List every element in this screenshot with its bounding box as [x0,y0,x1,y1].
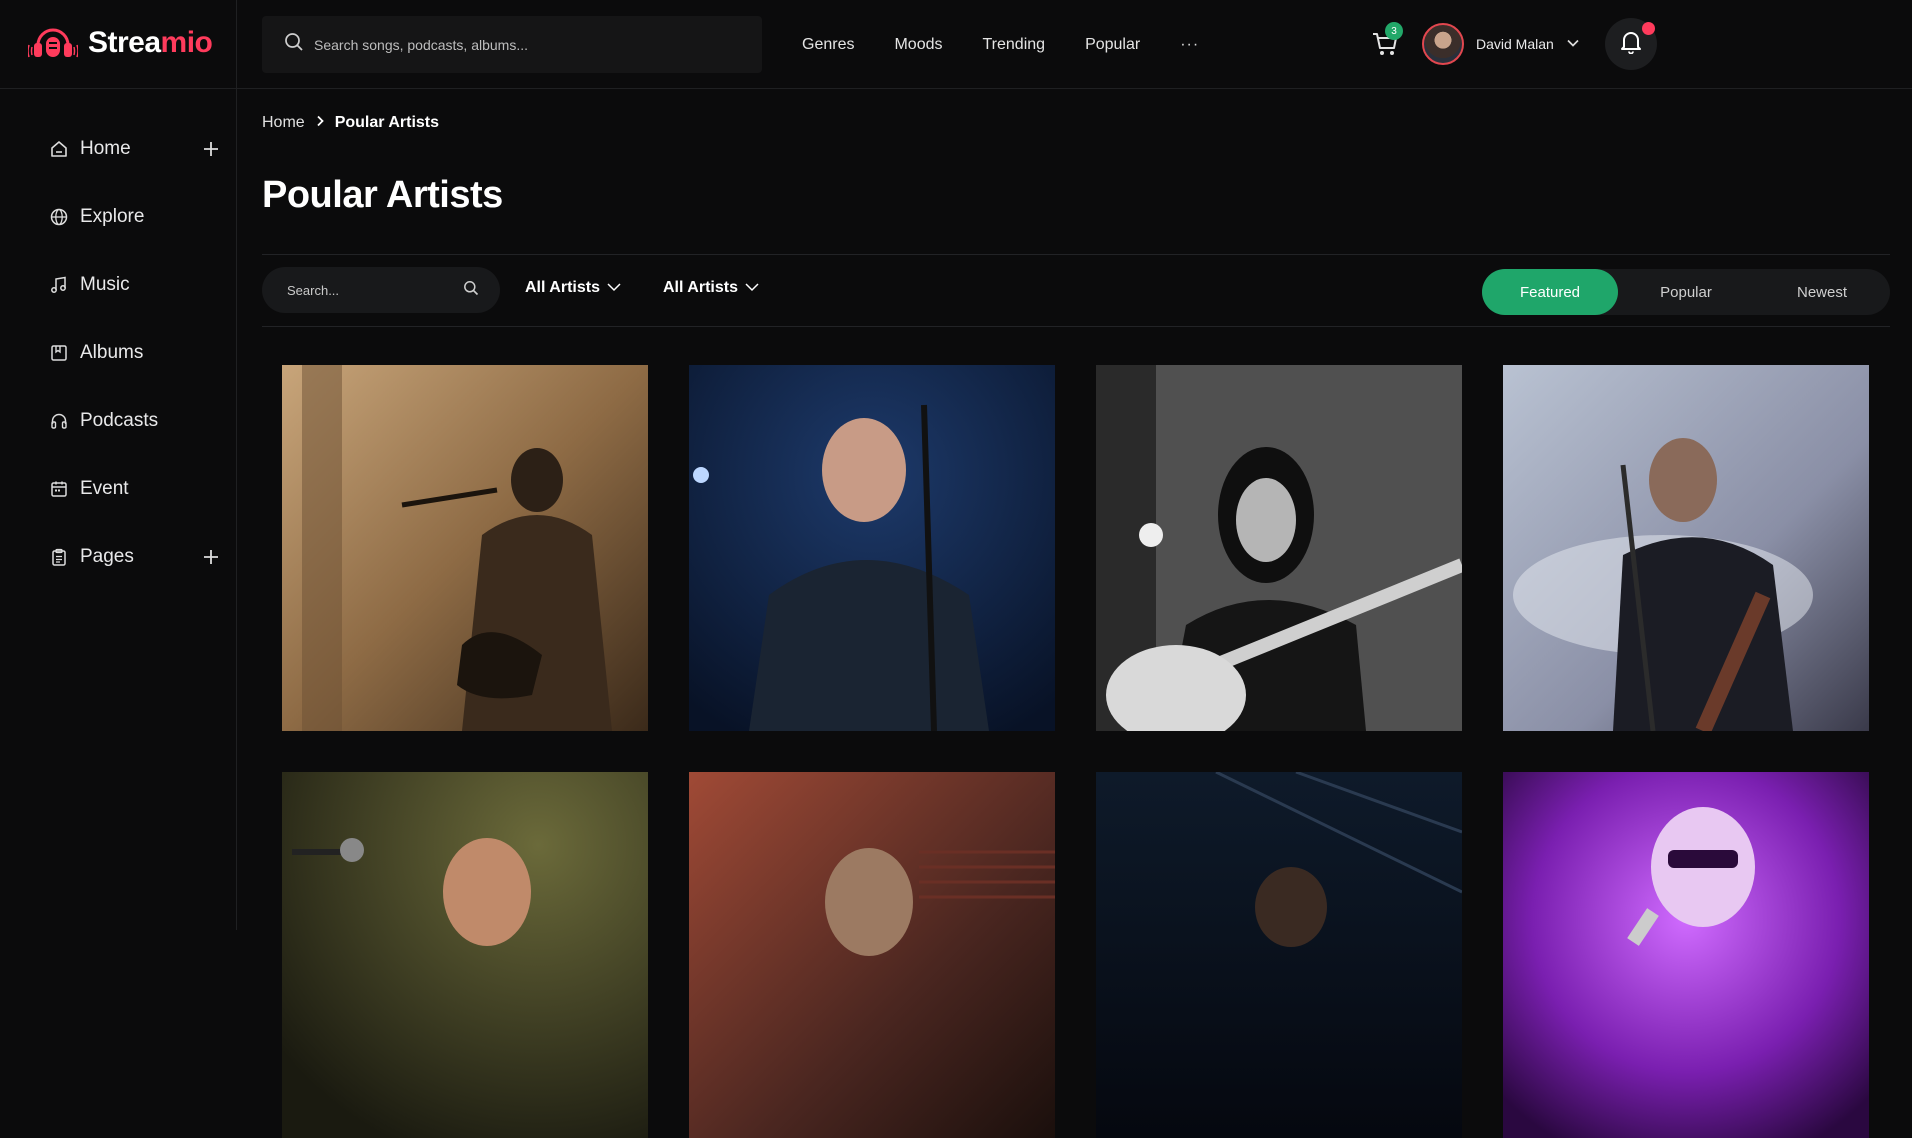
divider [262,326,1890,327]
artist-photo [689,365,1055,731]
sidebar-item-label: Event [80,478,129,499]
sidebar-item-explore[interactable]: Explore [48,183,223,251]
sidebar-item-label: Podcasts [80,410,159,431]
artist-search[interactable] [262,267,500,313]
sidebar-item-label: Home [80,138,131,159]
plus-icon[interactable] [201,139,221,159]
sort-tabs: Featured Popular Newest [1482,269,1890,315]
breadcrumb-current: Poular Artists [334,114,440,131]
sidebar: Streamio Home Explore Music Albums Podca… [0,0,237,930]
artist-card[interactable] [689,772,1055,1138]
top-bar: Genres Moods Trending Popular ··· [237,0,1912,89]
avatar[interactable] [1422,23,1464,65]
user-menu[interactable]: David Malan [1422,23,1580,65]
home-icon [48,138,70,160]
sidebar-item-pages[interactable]: Pages [48,523,223,591]
cart-count-badge: 3 [1385,22,1403,40]
more-menu-icon[interactable]: ··· [1180,36,1199,54]
artist-photo [1503,772,1869,1138]
headphones-logo-icon [28,28,78,58]
chevron-down-icon [606,279,622,297]
tab-featured[interactable]: Featured [1482,269,1618,315]
divider [262,254,1890,255]
search-icon [284,32,304,57]
logo[interactable]: Streamio [28,22,213,64]
notifications-button[interactable] [1605,18,1657,70]
artist-card[interactable] [1096,772,1462,1138]
sidebar-item-event[interactable]: Event [48,455,223,523]
artist-photo [1503,365,1869,731]
sidebar-item-albums[interactable]: Albums [48,319,223,387]
user-name: David Malan [1476,36,1554,52]
nav-link-moods[interactable]: Moods [894,36,942,54]
sidebar-item-music[interactable]: Music [48,251,223,319]
top-nav: Genres Moods Trending Popular ··· [802,0,1199,89]
notification-dot [1642,22,1655,35]
global-search[interactable] [262,16,762,73]
breadcrumb: Home Poular Artists [262,114,439,132]
headphones-icon [48,410,70,432]
page-title: Poular Artists [262,174,503,216]
chevron-right-icon [315,114,325,132]
search-input[interactable] [314,36,734,53]
divider [0,88,237,89]
artist-filter-dropdown-2[interactable]: All Artists [663,279,760,297]
dropdown-label: All Artists [663,279,738,296]
bell-icon [1620,30,1642,59]
sidebar-item-label: Music [80,274,130,295]
artist-photo [1096,772,1462,1138]
artist-card[interactable] [1503,365,1869,731]
artist-card[interactable] [1503,772,1869,1138]
dropdown-label: All Artists [525,279,600,296]
sidebar-item-label: Explore [80,206,145,227]
artist-filter-dropdown-1[interactable]: All Artists [525,279,622,297]
sidebar-item-label: Albums [80,342,144,363]
nav-link-genres[interactable]: Genres [802,36,854,54]
music-note-icon [48,274,70,296]
artist-card[interactable] [282,365,648,731]
artist-photo [282,772,648,1138]
main-content: Home Poular Artists Poular Artists All A… [237,89,1912,1138]
sidebar-item-home[interactable]: Home [48,115,223,183]
app-name: Streamio [88,26,213,59]
artist-card[interactable] [689,365,1055,731]
nav-link-trending[interactable]: Trending [983,36,1046,54]
artist-photo [689,772,1055,1138]
sidebar-nav: Home Explore Music Albums Podcasts Event… [48,115,223,591]
sidebar-item-podcasts[interactable]: Podcasts [48,387,223,455]
globe-icon [48,206,70,228]
artist-card[interactable] [282,772,648,1138]
chevron-down-icon [1566,35,1580,53]
sidebar-item-label: Pages [80,546,134,567]
artist-photo [282,365,648,731]
tab-newest[interactable]: Newest [1754,269,1890,315]
search-icon[interactable] [463,280,479,301]
artist-photo [1096,365,1462,731]
artist-search-input[interactable] [287,282,463,298]
chevron-down-icon [744,279,760,297]
artist-card[interactable] [1096,365,1462,731]
album-icon [48,342,70,364]
breadcrumb-home[interactable]: Home [262,114,305,132]
plus-icon[interactable] [201,547,221,567]
calendar-icon [48,478,70,500]
clipboard-icon [48,546,70,568]
nav-link-popular[interactable]: Popular [1085,36,1140,54]
tab-popular[interactable]: Popular [1618,269,1754,315]
